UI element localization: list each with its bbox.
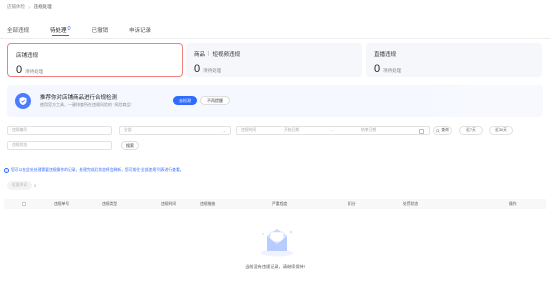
- tab-pending[interactable]: 待处理 0: [50, 26, 71, 38]
- column-header: 违规措施: [200, 202, 216, 206]
- tab-label: 全部违规: [7, 28, 30, 34]
- chevron-down-icon: ⌄: [222, 128, 226, 133]
- stat-value: 0: [16, 64, 23, 76]
- stat-unit: 项待处理: [203, 68, 222, 73]
- column-header: 处罚状态: [403, 202, 419, 206]
- breadcrumb-item-current: 违规处理: [33, 4, 52, 9]
- tab-all-violations[interactable]: 全部违规: [7, 26, 29, 38]
- calendar-icon: [419, 128, 424, 134]
- info-notice: i 您可以在此处处理需要违规操作的记录，处理完成后状态将会刷新，您可前往‘全部违…: [4, 168, 184, 173]
- batch-appeal-button[interactable]: 批量申诉: [7, 181, 32, 190]
- stat-unit: 项待处理: [25, 69, 44, 74]
- info-icon: i: [4, 168, 9, 173]
- column-header: 违规时间: [161, 202, 177, 206]
- date-range-label: 违规时间: [241, 128, 257, 132]
- select-all-checkbox[interactable]: [22, 202, 26, 206]
- stat-card-shop-violations[interactable]: 店铺违规 0 项待处理: [7, 43, 183, 77]
- dismiss-reminder-button[interactable]: 不再提醒: [200, 96, 230, 105]
- column-header: 严重程度: [272, 202, 288, 206]
- recent-7-days-button[interactable]: 近7天: [459, 126, 483, 135]
- promo-title: 推荐你对店铺商品进行合规检测: [40, 95, 118, 101]
- stat-card-product-video-violations[interactable]: 商品 | 短视频违规 0 项待处理: [186, 43, 362, 77]
- empty-mailbox-illustration: [261, 229, 293, 257]
- select-value: 全部: [124, 128, 132, 132]
- table-header: 违规单号 违规类型 违规时间 违规措施 严重程度 扣分 处罚状态 操作: [4, 199, 546, 209]
- compliance-promo-banner: 推荐你对店铺商品进行合规检测 使用官方工具，一键排查所在违规风险的 “风险商品”…: [7, 85, 543, 117]
- violation-date-range[interactable]: 违规时间 开始日期 ~ 结束日期: [236, 126, 430, 135]
- placeholder-text: 违规编号: [12, 128, 28, 132]
- violation-id-input[interactable]: 违规编号: [7, 126, 112, 135]
- tab-appeal-records[interactable]: 申诉记录: [129, 26, 151, 38]
- date-range-tilde: ~: [331, 128, 334, 133]
- notice-text: 您可以在此处处理需要违规操作的记录，处理完成后状态将会刷新，您可前往‘全部违规’…: [11, 168, 184, 172]
- stat-title: 店铺违规: [16, 53, 39, 59]
- breadcrumb: 店铺体检 > 违规处理: [7, 3, 52, 11]
- date-end-placeholder: 结束日期: [361, 128, 377, 132]
- empty-state-text: 当前没有违规记录，请继续保持!: [245, 264, 305, 269]
- breadcrumb-item-shop-check[interactable]: 店铺体检: [7, 4, 25, 10]
- shield-check-icon: [15, 93, 31, 109]
- violation-type-select[interactable]: 全部 ⌄: [119, 126, 231, 135]
- column-header: 扣分: [348, 202, 356, 206]
- tab-count-badge: 0: [67, 26, 71, 32]
- selected-count: 0: [34, 183, 37, 188]
- breadcrumb-separator: >: [28, 4, 31, 10]
- query-button[interactable]: 查询: [433, 126, 452, 135]
- batch-action-row: 批量申诉 0: [7, 181, 36, 190]
- stat-value: 0: [374, 63, 381, 75]
- tab-bar: 全部违规 待处理 0 已撤销 申诉记录: [7, 26, 172, 38]
- tab-label: 已撤销: [91, 28, 109, 34]
- tab-label: 待处理: [50, 28, 67, 34]
- tab-revoked[interactable]: 已撤销: [92, 26, 109, 38]
- title-divider: |: [208, 51, 210, 57]
- promo-subtitle: 使用官方工具，一键排查所在违规风险的 “风险商品”: [40, 102, 132, 107]
- tab-divider: [0, 38, 550, 39]
- date-start-placeholder: 开始日期: [284, 128, 300, 132]
- placeholder-text: 违规状态: [12, 143, 28, 147]
- column-header: 操作: [509, 202, 517, 206]
- stat-title-secondary: 短视频违规: [212, 52, 240, 58]
- stat-title: 商品: [194, 52, 206, 58]
- column-header: 违规单号: [54, 202, 70, 206]
- column-header: 违规类型: [102, 202, 118, 206]
- tab-label: 申诉记录: [129, 28, 152, 34]
- violation-status-input[interactable]: 违规状态: [7, 141, 112, 150]
- stat-unit: 项待处理: [383, 68, 402, 73]
- search-button[interactable]: 搜索: [121, 141, 139, 150]
- go-detect-button[interactable]: 去检测: [173, 96, 197, 105]
- stat-title: 直播违规: [374, 52, 397, 58]
- button-label: 查询: [441, 128, 449, 132]
- stat-value: 0: [194, 63, 201, 75]
- stat-card-live-violations[interactable]: 直播违规 0 项待处理: [366, 43, 542, 77]
- search-icon: [436, 128, 440, 133]
- recent-30-days-button[interactable]: 近30天: [489, 126, 513, 135]
